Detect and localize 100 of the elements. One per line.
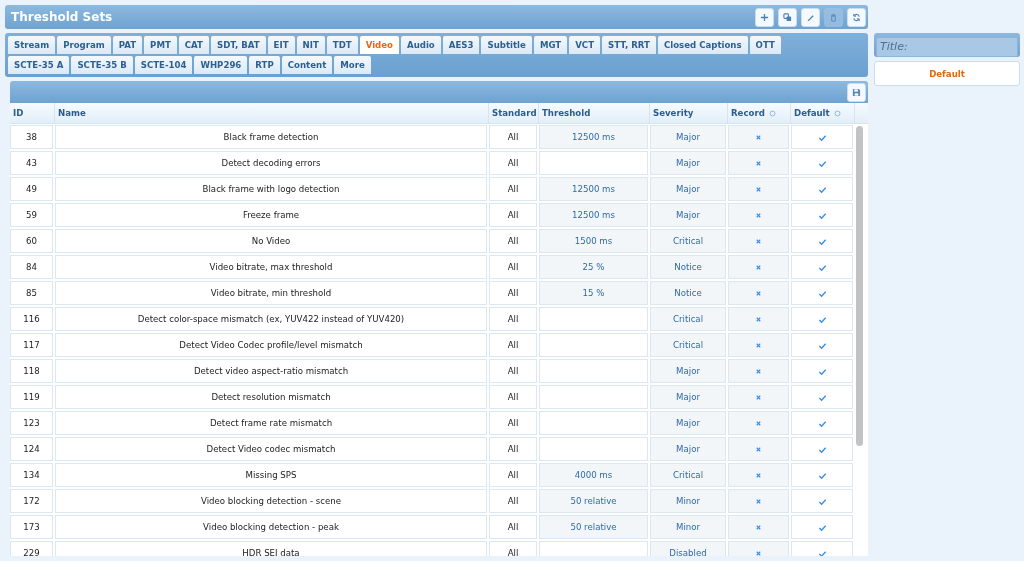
title-field[interactable]: Title:: [876, 36, 1018, 57]
tab[interactable]: VCT: [569, 36, 601, 54]
table-cell: Major: [650, 151, 726, 175]
table-cell: 173: [10, 515, 53, 539]
table-cell: Major: [650, 411, 726, 435]
table-cell: Major: [650, 203, 726, 227]
table-cell: Major: [650, 437, 726, 461]
tab[interactable]: Audio: [401, 36, 441, 54]
tab[interactable]: CAT: [178, 36, 209, 54]
table-cell: All: [489, 463, 537, 487]
table-cell: Minor: [650, 515, 726, 539]
tab[interactable]: Subtitle: [481, 36, 532, 54]
table-cell: 117: [10, 333, 53, 357]
table-cell: All: [489, 515, 537, 539]
table-cell: All: [489, 437, 537, 461]
table-cell: 43: [10, 151, 53, 175]
table-cell: All: [489, 203, 537, 227]
column-header[interactable]: Default: [791, 103, 855, 123]
copy-icon: [783, 12, 792, 22]
table-cell: All: [489, 281, 537, 305]
column-header[interactable]: Record: [728, 103, 791, 123]
table-cell: Detect video aspect-ratio mismatch: [55, 359, 487, 383]
table-cell: Disabled: [650, 541, 726, 556]
table-cell: 12500 ms: [539, 177, 648, 201]
table-cell: Freeze frame: [55, 203, 487, 227]
table-cell: Video blocking detection - peak: [55, 515, 487, 539]
pencil-button[interactable]: [801, 7, 820, 27]
table-cell: Critical: [650, 229, 726, 253]
tab[interactable]: EIT: [267, 36, 295, 54]
tab[interactable]: Video: [359, 36, 399, 54]
table-cell: 15 %: [539, 281, 648, 305]
tab[interactable]: RTP: [249, 56, 280, 74]
table-cell: All: [489, 359, 537, 383]
trash-icon: [829, 12, 838, 22]
table-cell: 134: [10, 463, 53, 487]
table-cell: 50 relative: [539, 489, 648, 513]
table-cell: Video bitrate, max threshold: [55, 255, 487, 279]
table-cell: 12500 ms: [539, 203, 648, 227]
refresh-button[interactable]: [847, 7, 866, 27]
table-cell: All: [489, 177, 537, 201]
tab[interactable]: Program: [57, 36, 111, 54]
table-cell: Video blocking detection - scene: [55, 489, 487, 513]
table-cell: 116: [10, 307, 53, 331]
table-cell: 124: [10, 437, 53, 461]
table-cell: Black frame with logo detection: [55, 177, 487, 201]
tab[interactable]: TDT: [326, 36, 358, 54]
table-cell: Critical: [650, 333, 726, 357]
tab[interactable]: Stream: [8, 36, 56, 54]
table-cell: Critical: [650, 463, 726, 487]
tab[interactable]: More: [334, 56, 371, 74]
table-cell: Detect resolution mismatch: [55, 385, 487, 409]
tab[interactable]: PMT: [144, 36, 177, 54]
list-item[interactable]: Default: [874, 61, 1020, 86]
table-cell: Missing SPS: [55, 463, 487, 487]
window-title: Threshold Sets: [11, 10, 113, 24]
table-cell: Notice: [650, 281, 726, 305]
tab[interactable]: PAT: [112, 36, 143, 54]
tab[interactable]: NIT: [296, 36, 325, 54]
table-cell: All: [489, 385, 537, 409]
tab[interactable]: SCTE-35 B: [71, 56, 133, 74]
table-cell: All: [489, 411, 537, 435]
tab[interactable]: AES3: [442, 36, 480, 54]
tab[interactable]: SCTE-104: [134, 56, 193, 74]
save-button[interactable]: [847, 82, 866, 102]
table-cell: Detect decoding errors: [55, 151, 487, 175]
tab[interactable]: Closed Captions: [657, 36, 748, 54]
tab[interactable]: SCTE-35 A: [8, 56, 70, 74]
table-cell: Black frame detection: [55, 125, 487, 149]
tab[interactable]: OTT: [749, 36, 781, 54]
table-cell: 85: [10, 281, 53, 305]
table-cell: Detect color-space mismatch (ex, YUV422 instead of YUV420): [55, 307, 487, 331]
table-cell: 84: [10, 255, 53, 279]
table-cell: HDR SEI data: [55, 541, 487, 556]
table-cell: 172: [10, 489, 53, 513]
table-cell: Detect frame rate mismatch: [55, 411, 487, 435]
copy-button[interactable]: [778, 7, 797, 27]
table-cell: 118: [10, 359, 53, 383]
plus-button[interactable]: [755, 7, 774, 27]
tab[interactable]: WHP296: [194, 56, 248, 74]
table-cell: 1500 ms: [539, 229, 648, 253]
table-cell: Major: [650, 359, 726, 383]
table-cell: All: [489, 151, 537, 175]
table-cell: All: [489, 255, 537, 279]
table-cell: Detect Video codec mismatch: [55, 437, 487, 461]
table-cell: Major: [650, 177, 726, 201]
column-header: Standard: [489, 103, 539, 123]
column-header: ID: [10, 103, 55, 123]
table-cell: Critical: [650, 307, 726, 331]
refresh-icon: [852, 12, 861, 22]
table-cell: 50 relative: [539, 515, 648, 539]
tab[interactable]: Content: [281, 56, 333, 74]
tab[interactable]: MGT: [533, 36, 568, 54]
table-cell: 60: [10, 229, 53, 253]
table-cell: Notice: [650, 255, 726, 279]
table-cell: All: [489, 229, 537, 253]
table-cell: Video bitrate, min threshold: [55, 281, 487, 305]
table-cell: 123: [10, 411, 53, 435]
tab[interactable]: STT, RRT: [602, 36, 656, 54]
pencil-icon: [806, 12, 815, 22]
tab[interactable]: SDT, BAT: [210, 36, 266, 54]
